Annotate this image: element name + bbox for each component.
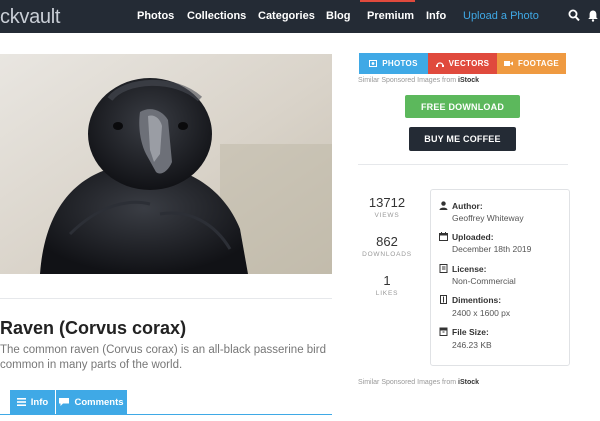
dimensions-value: 2400 x 1600 px: [452, 308, 511, 318]
downloads-count: 862: [376, 234, 398, 249]
author-name[interactable]: Geoffrey Whiteway: [452, 213, 524, 223]
comments-icon: [59, 398, 70, 406]
tab-comments-label: Comments: [74, 396, 124, 408]
tab-info-label: Info: [30, 396, 49, 408]
raven-image: [0, 54, 332, 274]
nav-collections[interactable]: Collections: [187, 10, 246, 22]
source-tab-photos[interactable]: PHOTOS: [359, 53, 428, 74]
source-tab-footage-label: FOOTAGE: [517, 59, 560, 68]
dimensions-icon: [440, 295, 447, 304]
sponsored-note-bottom: Similar Sponsored Images from iStock: [358, 379, 479, 386]
dimensions-label: Dimentions:: [452, 295, 502, 305]
nav-photos[interactable]: Photos: [137, 10, 174, 22]
tabs-underline: [0, 414, 332, 415]
divider: [358, 164, 568, 165]
nav-info[interactable]: Info: [426, 10, 446, 22]
photo-title: Raven (Corvus corax): [0, 318, 187, 338]
author-label: Author:: [452, 201, 483, 211]
uploaded-label: Uploaded:: [452, 232, 494, 242]
sponsored-prefix: Similar Sponsored Images from: [358, 379, 457, 386]
likes-count: 1: [383, 273, 391, 288]
video-icon: [503, 61, 513, 66]
nav-blog[interactable]: Blog: [326, 10, 350, 22]
calendar-icon: [439, 232, 448, 241]
license-value: Non-Commercial: [452, 276, 516, 286]
source-tab-photos-label: PHOTOS: [382, 59, 418, 68]
nav-upload-photo[interactable]: Upload a Photo: [463, 10, 539, 22]
views-label: VIEWS: [374, 212, 400, 219]
photo-description: The common raven (Corvus corax) is an al…: [0, 344, 326, 371]
likes-label: LIKES: [375, 290, 399, 297]
source-tab-vectors-label: VECTORS: [448, 59, 490, 68]
vector-icon: [435, 62, 444, 67]
bell-icon[interactable]: [587, 9, 599, 22]
source-tab-vectors[interactable]: VECTORS: [428, 53, 497, 74]
search-icon[interactable]: [568, 9, 580, 22]
buy-me-coffee-button[interactable]: BUY ME COFFEE: [409, 127, 516, 151]
nav-premium-underline: [360, 0, 415, 2]
list-icon: [16, 398, 26, 406]
tab-comments[interactable]: Comments: [56, 390, 127, 414]
uploaded-date: December 18th 2019: [452, 244, 532, 254]
views-count: 13712: [368, 195, 406, 210]
top-navbar: ckvault Photos Collections Categories Bl…: [0, 0, 600, 33]
sponsored-note-top: Similar Sponsored Images from iStock: [358, 77, 479, 84]
license-book-icon: [439, 264, 448, 273]
nav-categories[interactable]: Categories: [258, 10, 315, 22]
filesize-label: File Size:: [452, 327, 489, 337]
nav-premium[interactable]: Premium: [367, 10, 414, 22]
source-tab-footage[interactable]: FOOTAGE: [497, 53, 566, 74]
divider: [0, 298, 332, 299]
filesize-value: 246.23 KB: [452, 340, 492, 350]
photo-preview[interactable]: [0, 54, 332, 274]
istock-link[interactable]: iStock: [458, 379, 479, 386]
tab-info[interactable]: Info: [10, 390, 55, 414]
archive-icon: [439, 327, 448, 336]
sponsored-prefix: Similar Sponsored Images from: [358, 77, 457, 84]
downloads-label: DOWNLOADS: [362, 251, 412, 258]
photo-icon: [369, 60, 378, 67]
istock-link[interactable]: iStock: [458, 77, 479, 84]
free-download-button[interactable]: FREE DOWNLOAD: [405, 95, 520, 118]
license-label: License:: [452, 264, 487, 274]
site-logo[interactable]: ckvault: [0, 6, 60, 29]
user-icon: [439, 201, 448, 210]
